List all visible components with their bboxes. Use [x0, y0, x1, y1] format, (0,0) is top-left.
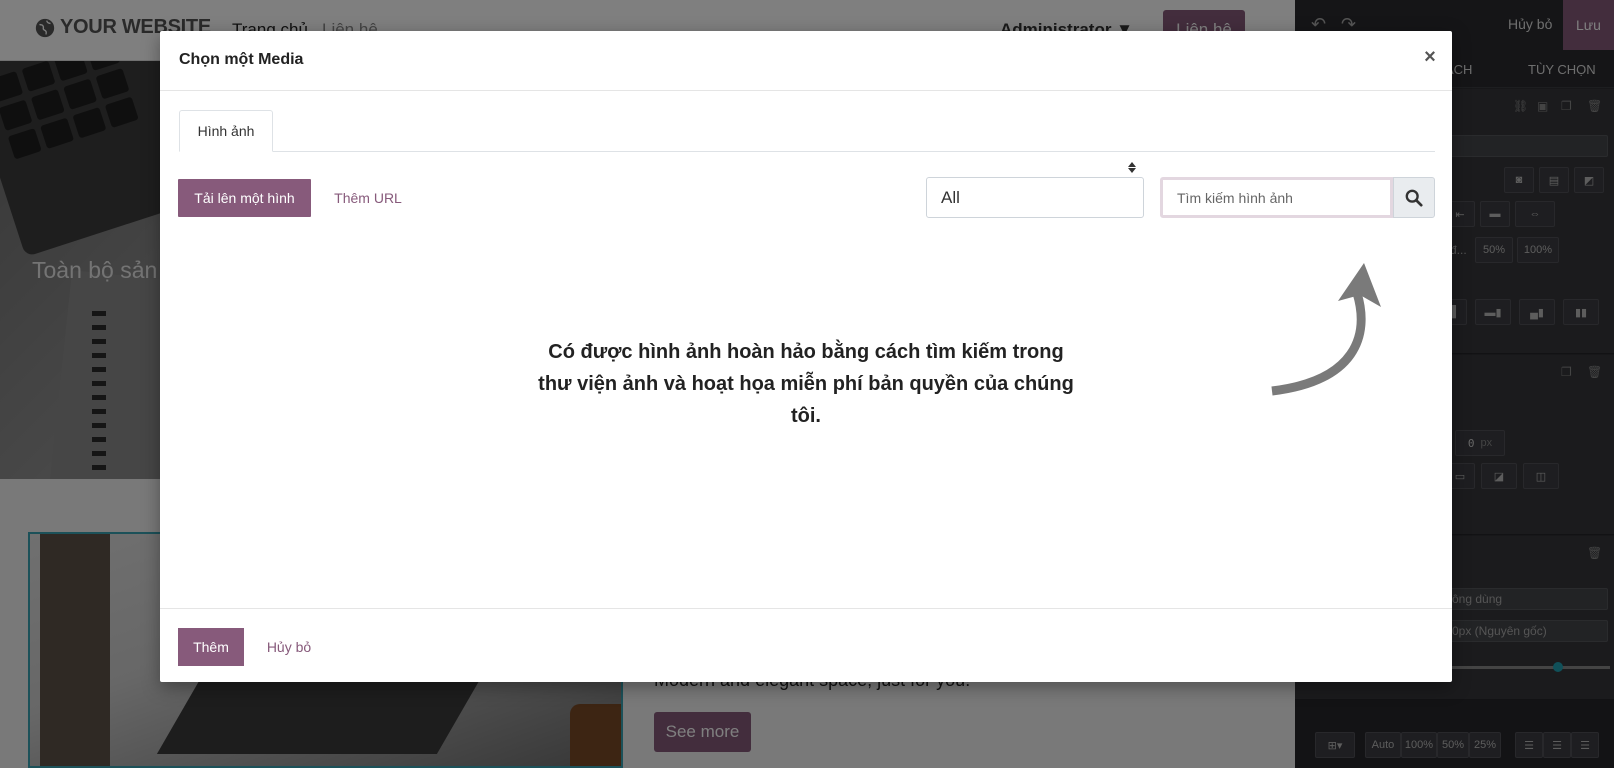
- empty-state-message: Có được hình ảnh hoàn hảo bằng cách tìm …: [538, 341, 1074, 427]
- media-tabs: Hình ảnh: [179, 110, 1435, 152]
- add-url-button[interactable]: Thêm URL: [325, 179, 411, 217]
- filter-select-value: All: [941, 187, 960, 207]
- cancel-button[interactable]: Hủy bỏ: [258, 628, 320, 666]
- search-input[interactable]: [1160, 177, 1393, 218]
- search-button[interactable]: [1393, 177, 1435, 218]
- add-button[interactable]: Thêm: [178, 628, 244, 666]
- close-icon[interactable]: ×: [1419, 46, 1441, 68]
- select-arrows-icon: [1128, 162, 1136, 173]
- dialog-title: Chọn một Media: [179, 51, 304, 68]
- hint-arrow-icon: [1271, 263, 1381, 396]
- dialog-footer: Thêm Hủy bỏ: [160, 608, 1452, 682]
- search-group: [1160, 177, 1435, 218]
- tab-images[interactable]: Hình ảnh: [179, 110, 273, 152]
- search-icon: [1405, 189, 1423, 207]
- media-dialog: Chọn một Media × Hình ảnh Tải lên một hì…: [160, 31, 1452, 682]
- filter-select[interactable]: All: [926, 177, 1144, 218]
- dialog-header: Chọn một Media ×: [160, 31, 1452, 91]
- upload-image-button[interactable]: Tải lên một hình: [178, 179, 311, 217]
